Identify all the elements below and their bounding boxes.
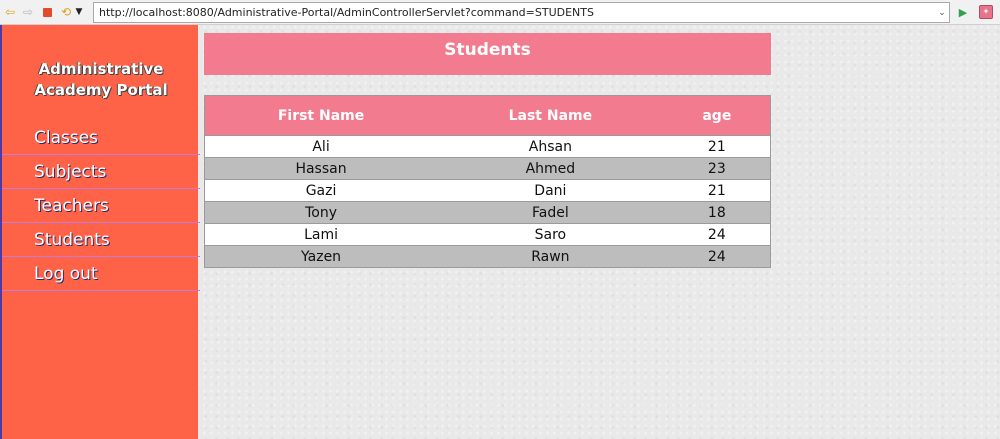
- sidebar-item-classes[interactable]: Classes: [2, 121, 200, 155]
- cell-first-name: Lami: [204, 223, 438, 246]
- cell-first-name: Tony: [204, 201, 438, 224]
- sidebar-nav: Classes Subjects Teachers Students Log o…: [2, 121, 200, 291]
- cell-first-name: Hassan: [204, 157, 438, 180]
- brand-line-2: Academy Portal: [34, 81, 168, 99]
- students-table: First Name Last Name age Ali Ahsan 21 Ha…: [204, 95, 771, 268]
- cell-first-name: Yazen: [204, 245, 438, 268]
- table-row: Tony Fadel 18: [204, 201, 771, 224]
- cell-last-name: Ahmed: [437, 157, 664, 180]
- sidebar: Administrative Academy Portal Classes Su…: [0, 25, 200, 439]
- page-title: Students: [204, 33, 771, 75]
- column-header-age: age: [702, 107, 732, 124]
- cell-last-name: Fadel: [437, 201, 664, 224]
- refresh-icon[interactable]: ⟲: [58, 4, 74, 20]
- page-content: Administrative Academy Portal Classes Su…: [0, 25, 1000, 439]
- sidebar-item-log-out[interactable]: Log out: [2, 257, 200, 291]
- table-header-row: First Name Last Name age: [204, 95, 771, 136]
- cell-age: 21: [663, 179, 771, 202]
- sidebar-item-subjects[interactable]: Subjects: [2, 155, 200, 189]
- cell-age: 24: [663, 223, 771, 246]
- url-history-dropdown-icon[interactable]: ⌄: [934, 2, 950, 23]
- brand-line-1: Administrative: [38, 60, 164, 78]
- stop-icon[interactable]: [39, 4, 55, 20]
- table-row: Lami Saro 24: [204, 223, 771, 246]
- cell-age: 21: [663, 135, 771, 158]
- table-row: Ali Ahsan 21: [204, 135, 771, 158]
- column-header-first-name: First Name: [277, 107, 365, 124]
- go-icon[interactable]: ▶: [955, 4, 971, 20]
- forward-arrow-icon[interactable]: ⇨: [20, 4, 36, 20]
- menu-dropdown-icon[interactable]: ▼: [73, 4, 85, 20]
- cell-first-name: Ali: [204, 135, 438, 158]
- cell-last-name: Dani: [437, 179, 664, 202]
- sidebar-item-teachers[interactable]: Teachers: [2, 189, 200, 223]
- cell-last-name: Rawn: [437, 245, 664, 268]
- sidebar-item-students[interactable]: Students: [2, 223, 200, 257]
- cell-last-name: Ahsan: [437, 135, 664, 158]
- url-input[interactable]: http://localhost:8080/Administrative-Por…: [93, 2, 950, 23]
- cell-age: 18: [663, 201, 771, 224]
- cell-last-name: Saro: [437, 223, 664, 246]
- back-arrow-icon[interactable]: ⇦: [2, 4, 18, 20]
- cell-first-name: Gazi: [204, 179, 438, 202]
- table-row: Hassan Ahmed 23: [204, 157, 771, 180]
- cell-age: 24: [663, 245, 771, 268]
- brand-title: Administrative Academy Portal: [2, 59, 200, 101]
- column-header-last-name: Last Name: [508, 107, 593, 124]
- extension-icon[interactable]: ✦: [978, 4, 994, 20]
- table-row: Yazen Rawn 24: [204, 245, 771, 268]
- cell-age: 23: [663, 157, 771, 180]
- browser-toolbar: ⇦ ⇨ ⟲ ▼ http://localhost:8080/Administra…: [0, 0, 1000, 25]
- table-row: Gazi Dani 21: [204, 179, 771, 202]
